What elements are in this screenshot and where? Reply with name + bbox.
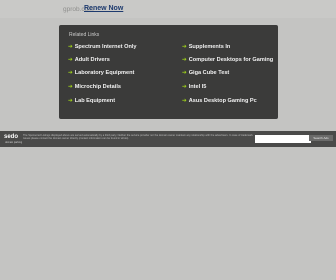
related-link-intel-i5[interactable]: ➔ Intel I5 xyxy=(182,84,206,90)
arrow-icon: ➔ xyxy=(68,84,73,90)
arrow-icon: ➔ xyxy=(68,57,73,63)
related-link-supplements-in[interactable]: ➔ Supplements In xyxy=(182,44,230,50)
related-link-spectrum-internet-only[interactable]: ➔ Spectrum Internet Only xyxy=(68,44,137,50)
footer-disclaimer: The Sponsored Listings displayed above a… xyxy=(23,134,253,141)
arrow-icon: ➔ xyxy=(182,98,187,104)
logo-subtitle: domain parking xyxy=(5,141,23,144)
related-link-adult-drivers[interactable]: ➔ Adult Drivers xyxy=(68,57,110,63)
arrow-icon: ➔ xyxy=(182,70,187,76)
sedo-logo[interactable]: sedo xyxy=(4,134,18,140)
arrow-icon: ➔ xyxy=(182,44,187,50)
arrow-icon: ➔ xyxy=(68,98,73,104)
related-link-microchip-details[interactable]: ➔ Microchip Details xyxy=(68,84,121,90)
related-link-giga-cube-test[interactable]: ➔ Giga Cube Test xyxy=(182,70,229,76)
related-link-lab-equipment[interactable]: ➔ Lab Equipment xyxy=(68,98,115,104)
top-bar xyxy=(0,0,336,18)
renew-now-link[interactable]: Renew Now xyxy=(84,5,123,12)
related-link-asus-desktop-gaming-pc[interactable]: ➔ Asus Desktop Gaming Pc xyxy=(182,98,257,104)
arrow-icon: ➔ xyxy=(68,70,73,76)
search-ads-input[interactable] xyxy=(255,135,311,143)
related-links-title: Related Links xyxy=(69,32,100,38)
search-ads-button[interactable]: Search Ads xyxy=(309,135,333,141)
related-link-computer-desktops-for-gaming[interactable]: ➔ Computer Desktops for Gaming xyxy=(182,57,273,63)
arrow-icon: ➔ xyxy=(182,84,187,90)
arrow-icon: ➔ xyxy=(182,57,187,63)
related-link-laboratory-equipment[interactable]: ➔ Laboratory Equipment xyxy=(68,70,134,76)
arrow-icon: ➔ xyxy=(68,44,73,50)
